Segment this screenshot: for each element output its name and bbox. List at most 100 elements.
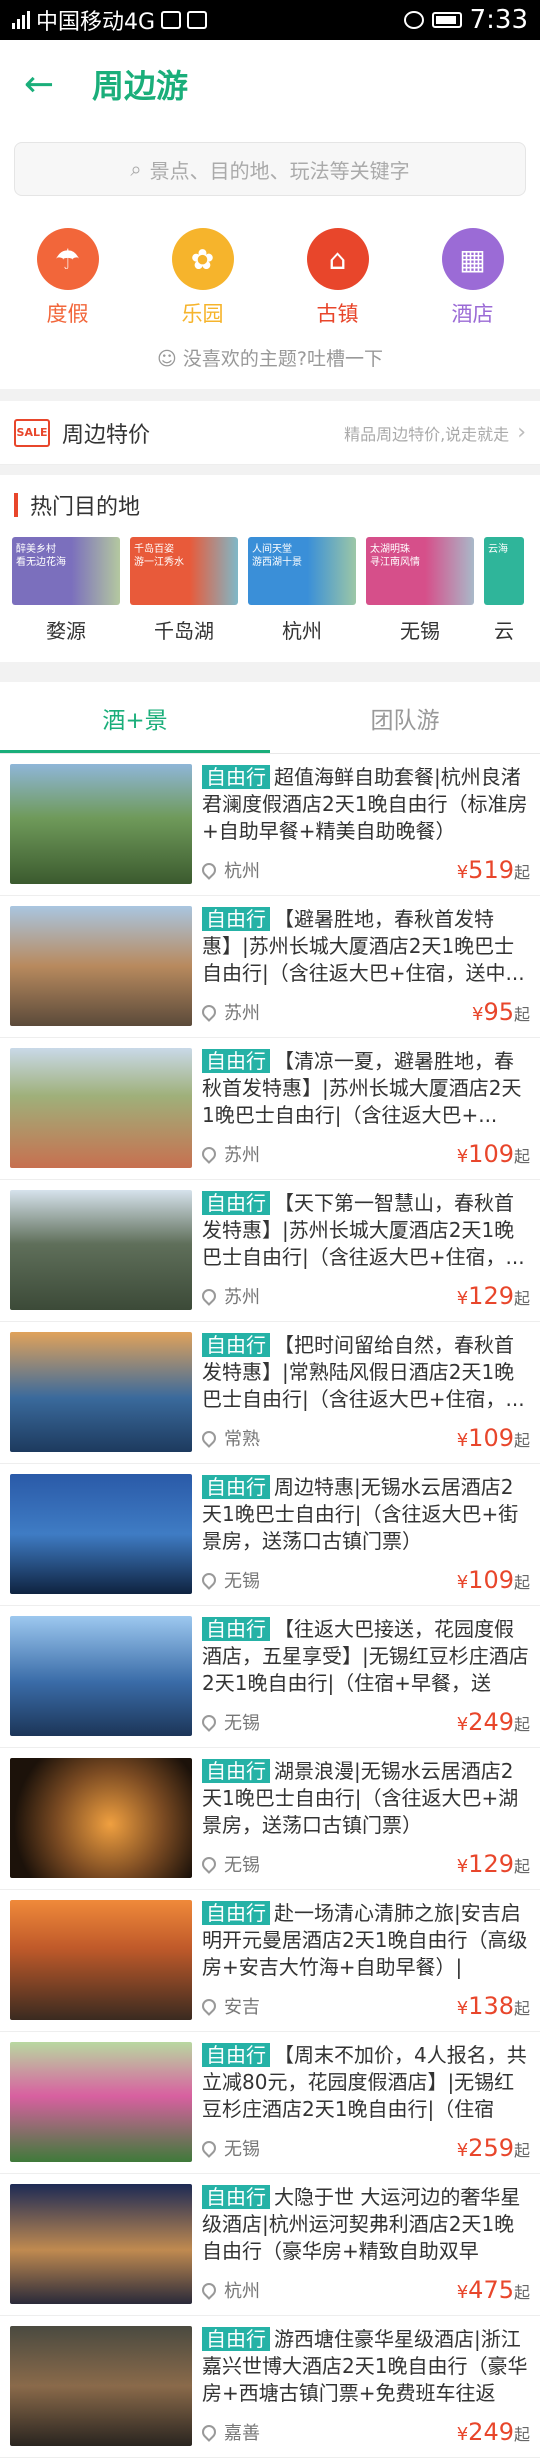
feedback-link[interactable]: ☺ 没喜欢的主题?吐槽一下: [0, 328, 540, 389]
product-info: 自由行 【往返大巴接送，花园度假酒店，五星享受】|无锡红豆杉庄酒店2天1晚自由行|…: [202, 1616, 530, 1735]
carousel-icon: ✿: [171, 228, 234, 290]
category-vacation[interactable]: ☂ 度假: [18, 228, 118, 328]
list-item[interactable]: 自由行 大隐于世 大运河边的奢华星级酒店|杭州运河契弗利酒店2天1晚自由行（豪华房…: [0, 2174, 540, 2316]
destination-tag: 人间天堂: [252, 544, 292, 555]
product-meta: 苏州 ¥109起: [202, 1140, 530, 1167]
list-item[interactable]: 自由行 周边特惠|无锡水云居酒店2天1晚巴士自由行|（含往返大巴+街景房，送荡口古…: [0, 1464, 540, 1606]
back-arrow-icon[interactable]: ←: [24, 64, 84, 105]
location-pin-icon: [202, 1002, 219, 1022]
product-price: ¥259起: [457, 2134, 530, 2161]
product-location: 无锡: [202, 1851, 457, 1877]
location-pin-icon: [202, 1144, 219, 1164]
location-pin-icon: [202, 1570, 219, 1590]
type-badge: 自由行: [202, 1191, 270, 1215]
product-image: [10, 2326, 192, 2446]
currency-symbol: ¥: [456, 1998, 469, 2019]
clock: 7:33: [469, 5, 528, 35]
currency-symbol: ¥: [456, 1430, 469, 1451]
location-pin-icon: [202, 1712, 219, 1732]
price-unit: 起: [513, 2283, 530, 2302]
product-info: 自由行 超值海鲜自助套餐|杭州良渚君澜度假酒店2天1晚自由行（标准房+自助早餐+精…: [202, 764, 530, 883]
list-item[interactable]: 自由行 【清凉一夏，避暑胜地，春秋首发特惠】|苏州长城大厦酒店2天1晚巴士自由行|…: [0, 1038, 540, 1180]
product-price: ¥249起: [457, 1708, 530, 1735]
building-icon: ▦: [441, 228, 504, 290]
destination-card[interactable]: 太湖明珠 寻江南风情 无锡: [366, 537, 474, 644]
product-price: ¥249起: [457, 2418, 530, 2445]
category-park[interactable]: ✿ 乐园: [153, 228, 253, 328]
type-badge: 自由行: [202, 1049, 270, 1073]
product-info: 自由行 【清凉一夏，避暑胜地，春秋首发特惠】|苏州长城大厦酒店2天1晚巴士自由行|…: [202, 1048, 530, 1167]
special-offer-row[interactable]: SALE 周边特价 精品周边特价,说走就走 ›: [0, 401, 540, 465]
currency-symbol: ¥: [456, 2424, 469, 2445]
product-info: 自由行 周边特惠|无锡水云居酒店2天1晚巴士自由行|（含往返大巴+街景房，送荡口古…: [202, 1474, 530, 1593]
destination-card[interactable]: 人间天堂游西湖十景 杭州: [248, 537, 356, 644]
list-item[interactable]: 自由行 【把时间留给自然，春秋首发特惠】|常熟陆风假日酒店2天1晚巴士自由行|（含…: [0, 1322, 540, 1464]
search-input[interactable]: ⌕ 景点、目的地、玩法等关键字: [14, 142, 526, 196]
product-price: ¥129起: [457, 1850, 530, 1877]
category-label: 古镇: [316, 302, 359, 326]
tab-hotel-scenic[interactable]: 酒+景: [0, 682, 270, 753]
product-image: [10, 1616, 192, 1736]
list-item[interactable]: 自由行 游西塘住豪华星级酒店|浙江嘉兴世博大酒店2天1晚自由行（豪华房+西塘古镇门…: [0, 2316, 540, 2458]
type-badge: 自由行: [202, 2185, 270, 2209]
location-text: 无锡: [224, 1713, 260, 1734]
product-description: 自由行 【天下第一智慧山，春秋首发特惠】|苏州长城大厦酒店2天1晚巴士自由行|（含…: [202, 1190, 530, 1271]
product-description: 自由行 大隐于世 大运河边的奢华星级酒店|杭州运河契弗利酒店2天1晚自由行（豪华房…: [202, 2184, 530, 2265]
type-badge: 自由行: [202, 1617, 270, 1641]
currency-symbol: ¥: [471, 1004, 484, 1025]
product-description: 自由行 湖景浪漫|无锡水云居酒店2天1晚巴士自由行|（含往返大巴+湖景房，送荡口古…: [202, 1758, 530, 1839]
list-item[interactable]: 自由行 【周末不加价，4人报名，共立减80元，花园度假酒店】|无锡红豆杉庄酒店2天…: [0, 2032, 540, 2174]
product-image: [10, 1758, 192, 1878]
destination-card[interactable]: 醉美乡村 看无边花海 婺源: [12, 537, 120, 644]
product-description: 自由行 周边特惠|无锡水云居酒店2天1晚巴士自由行|（含往返大巴+街景房，送荡口古…: [202, 1474, 530, 1555]
currency-symbol: ¥: [456, 2140, 469, 2161]
product-meta: 苏州 ¥129起: [202, 1282, 530, 1309]
destination-name: 杭州: [282, 619, 322, 643]
product-info: 自由行 【把时间留给自然，春秋首发特惠】|常熟陆风假日酒店2天1晚巴士自由行|（含…: [202, 1332, 530, 1451]
chevron-right-icon: ›: [517, 420, 526, 445]
category-ancient-town[interactable]: ⌂ 古镇: [288, 228, 388, 328]
location-text: 苏州: [224, 1003, 260, 1024]
product-location: 无锡: [202, 2135, 457, 2161]
destination-card[interactable]: 千岛百姿 游一江秀水 千岛湖: [130, 537, 238, 644]
product-description: 自由行 【往返大巴接送，花园度假酒店，五星享受】|无锡红豆杉庄酒店2天1晚自由行|…: [202, 1616, 530, 1697]
list-item[interactable]: 自由行 【天下第一智慧山，春秋首发特惠】|苏州长城大厦酒店2天1晚巴士自由行|（含…: [0, 1180, 540, 1322]
list-item[interactable]: 自由行 【避暑胜地，春秋首发特惠】|苏州长城大厦酒店2天1晚巴士自由行|（含往返大…: [0, 896, 540, 1038]
product-location: 无锡: [202, 1709, 457, 1735]
destination-name: 无锡: [400, 619, 440, 643]
currency-symbol: ¥: [456, 1572, 469, 1593]
category-hotel[interactable]: ▦ 酒店: [423, 228, 523, 328]
location-pin-icon: [202, 2422, 219, 2442]
location-pin-icon: [202, 1854, 219, 1874]
list-item[interactable]: 自由行 【往返大巴接送，花园度假酒店，五星享受】|无锡红豆杉庄酒店2天1晚自由行|…: [0, 1606, 540, 1748]
price-unit: 起: [513, 1857, 530, 1876]
carrier-label: 中国移动4G: [36, 10, 156, 35]
list-item[interactable]: 自由行 超值海鲜自助套餐|杭州良渚君澜度假酒店2天1晚自由行（标准房+自助早餐+精…: [0, 754, 540, 896]
pagoda-icon: ⌂: [306, 228, 369, 290]
price-value: 249: [468, 2418, 514, 2445]
product-meta: 无锡 ¥249起: [202, 1708, 530, 1735]
product-info: 自由行 赴一场清心清肺之旅|安吉启明开元曼居酒店2天1晚自由行（高级房+安吉大竹海…: [202, 1900, 530, 2019]
destination-card[interactable]: 云海 云: [484, 537, 524, 644]
list-item[interactable]: 自由行 湖景浪漫|无锡水云居酒店2天1晚巴士自由行|（含往返大巴+湖景房，送荡口古…: [0, 1748, 540, 1890]
destination-name: 云: [494, 619, 514, 643]
search-placeholder: 景点、目的地、玩法等关键字: [149, 158, 410, 183]
destination-tag: 游西湖十景: [252, 557, 302, 568]
destination-image: 醉美乡村 看无边花海: [12, 537, 120, 605]
type-badge: 自由行: [202, 907, 270, 931]
tab-group-tour[interactable]: 团队游: [270, 682, 540, 753]
product-info: 自由行 【天下第一智慧山，春秋首发特惠】|苏州长城大厦酒店2天1晚巴士自由行|（含…: [202, 1190, 530, 1309]
price-value: 129: [468, 1282, 514, 1309]
product-location: 安吉: [202, 1993, 457, 2019]
category-label: 乐园: [181, 302, 224, 326]
list-item[interactable]: 自由行 赴一场清心清肺之旅|安吉启明开元曼居酒店2天1晚自由行（高级房+安吉大竹海…: [0, 1890, 540, 2032]
currency-symbol: ¥: [456, 1856, 469, 1877]
location-text: 常熟: [224, 1429, 260, 1450]
location-pin-icon: [202, 1428, 219, 1448]
product-location: 常熟: [202, 1425, 457, 1451]
product-image: [10, 1332, 192, 1452]
product-image: [10, 764, 192, 884]
destination-name: 千岛湖: [154, 619, 214, 643]
product-meta: 苏州 ¥95起: [202, 998, 530, 1025]
product-location: 苏州: [202, 999, 472, 1025]
